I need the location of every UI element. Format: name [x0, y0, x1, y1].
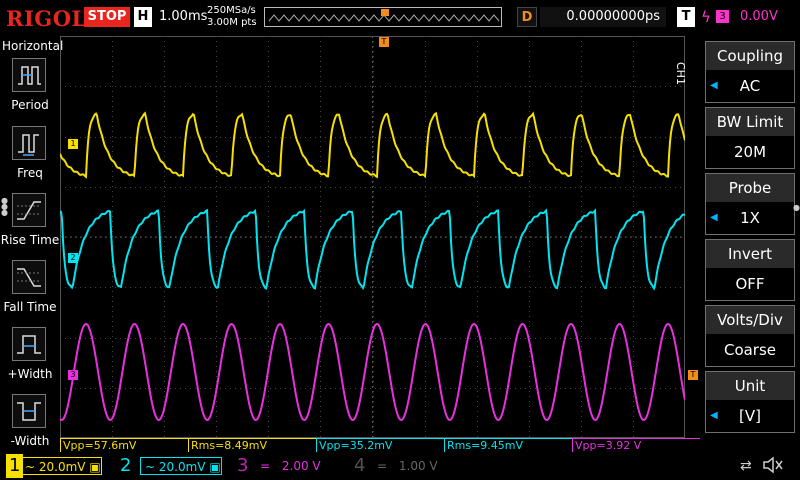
bw-limit-menu[interactable]: BW Limit 20M [705, 107, 795, 169]
timebase-value[interactable]: 1.00ms [159, 9, 207, 24]
top-status-bar: RIGOL STOP H 1.00ms 250MSa/s 3.00M pts D… [0, 0, 800, 36]
ch3-scale-box[interactable]: = 2.00 V [256, 457, 338, 475]
memory-waveform-preview [268, 9, 500, 22]
invert-menu[interactable]: Invert OFF [705, 239, 795, 301]
speaker-muted-icon[interactable] [762, 456, 784, 478]
period-icon [12, 58, 46, 92]
invert-title: Invert [706, 240, 794, 268]
ch3-offset-marker[interactable]: 3 [68, 370, 78, 380]
probe-menu[interactable]: Probe ◀ 1X [705, 173, 795, 235]
horizontal-label: H [134, 7, 152, 27]
measure-fall-time-label: Fall Time [3, 300, 57, 314]
coupling-menu[interactable]: Coupling ◀ AC [705, 41, 795, 103]
measure-pos-width-label: +Width [7, 367, 53, 381]
chevron-left-icon: ◀ [710, 410, 718, 421]
page-dots: ● ● ● [1, 196, 8, 217]
memory-trigger-marker [381, 9, 389, 16]
panel-title: Horizontal [2, 39, 64, 53]
volts-div-title: Volts/Div [706, 306, 794, 334]
sample-rate: 250MSa/s [207, 5, 256, 16]
unit-title: Unit [706, 372, 794, 400]
ch2-bw-icon: ▣ [209, 460, 221, 474]
waveform-display[interactable] [59, 36, 686, 438]
ch4-scale-box[interactable]: = 1.00 V [373, 457, 455, 475]
probe-title: Probe [706, 174, 794, 202]
measurement-item[interactable]: Rms=9.45mV [444, 438, 572, 452]
bw-limit-title: BW Limit [706, 108, 794, 136]
bw-limit-value[interactable]: 20M [706, 136, 794, 168]
freq-icon [12, 126, 46, 160]
coupling-title: Coupling [706, 42, 794, 70]
page-dots: ● [793, 203, 800, 212]
unit-value[interactable]: ◀ [V] [706, 400, 794, 432]
horizontal-measure-panel: Horizontal Period Freq Rise Time Fall Ti… [0, 36, 64, 452]
ch1-scale: 20.0mV [38, 460, 86, 474]
ch2-offset-marker[interactable]: 2 [68, 253, 78, 263]
probe-value[interactable]: ◀ 1X [706, 202, 794, 234]
ch3-scale: 2.00 V [281, 459, 321, 473]
measure-neg-width-label: -Width [10, 434, 50, 448]
trigger-position-marker[interactable]: T [379, 37, 389, 47]
memory-position-strip[interactable] [264, 7, 502, 27]
horizontal-delay-value[interactable]: 0.00000000ps [540, 7, 666, 27]
measurement-item[interactable]: Vpp=35.2mV [316, 438, 444, 452]
delay-label: D [517, 7, 537, 27]
trigger-level-marker[interactable]: T [688, 370, 698, 380]
neg-width-icon [12, 394, 46, 428]
ch2-coupling-icon: ~ [145, 460, 156, 474]
measurement-item[interactable]: Vpp=3.92 V [572, 438, 700, 452]
usb-icon: ⇄ [740, 458, 752, 474]
measurement-item[interactable]: Vpp=57.6mV [60, 438, 188, 452]
trigger-source-channel[interactable]: 3 [716, 10, 729, 23]
rise-time-icon [12, 193, 46, 227]
volts-div-menu[interactable]: Volts/Div Coarse [705, 305, 795, 367]
unit-menu[interactable]: Unit ◀ [V] [705, 371, 795, 433]
channel-status-bar: 1 ~ 20.0mV ▣ 2 ~ 20.0mV ▣ 3 = 2.00 V 4 =… [0, 452, 800, 480]
trigger-label: T [677, 7, 695, 27]
volts-div-value[interactable]: Coarse [706, 334, 794, 366]
ch2-scale: 20.0mV [158, 460, 206, 474]
chevron-left-icon: ◀ [710, 212, 718, 223]
brand-logo: RIGOL [6, 6, 87, 31]
fall-time-icon [12, 260, 46, 294]
invert-value[interactable]: OFF [706, 268, 794, 300]
ch2-scale-box[interactable]: ~ 20.0mV ▣ [140, 457, 222, 475]
menu-channel-tag: CH1 [674, 62, 687, 85]
ch4-scale: 1.00 V [398, 459, 438, 473]
memory-depth: 3.00M pts [207, 17, 257, 28]
chevron-left-icon: ◀ [710, 80, 718, 91]
measure-freq-label: Freq [17, 166, 43, 180]
waveform-grid [59, 36, 686, 438]
measurement-item[interactable]: Rms=8.49mV [188, 438, 316, 452]
ch2-number[interactable]: 2 [120, 454, 131, 478]
measure-rise-time-label: Rise Time [0, 233, 60, 247]
run-stop-status[interactable]: STOP [84, 7, 130, 27]
coupling-value[interactable]: ◀ AC [706, 70, 794, 102]
ch4-coupling-icon: = [377, 459, 388, 473]
measurement-bar: Vpp=57.6mV Rms=8.49mV Vpp=35.2mV Rms=9.4… [60, 438, 700, 452]
ch4-number[interactable]: 4 [354, 454, 365, 478]
pos-width-icon [12, 327, 46, 361]
ch1-bw-icon: ▣ [89, 460, 101, 474]
ch3-number[interactable]: 3 [237, 454, 248, 478]
trigger-level-value[interactable]: 0.00V [740, 7, 778, 27]
ch1-scale-box[interactable]: ~ 20.0mV ▣ [20, 457, 102, 475]
ch1-offset-marker[interactable]: 1 [68, 139, 78, 149]
ch3-coupling-icon: = [260, 459, 271, 473]
measure-period-label: Period [11, 98, 49, 112]
trigger-edge-icon: ϟ [701, 8, 711, 26]
acquisition-info: 250MSa/s 3.00M pts [207, 5, 257, 29]
ch1-coupling-icon: ~ [25, 460, 36, 474]
